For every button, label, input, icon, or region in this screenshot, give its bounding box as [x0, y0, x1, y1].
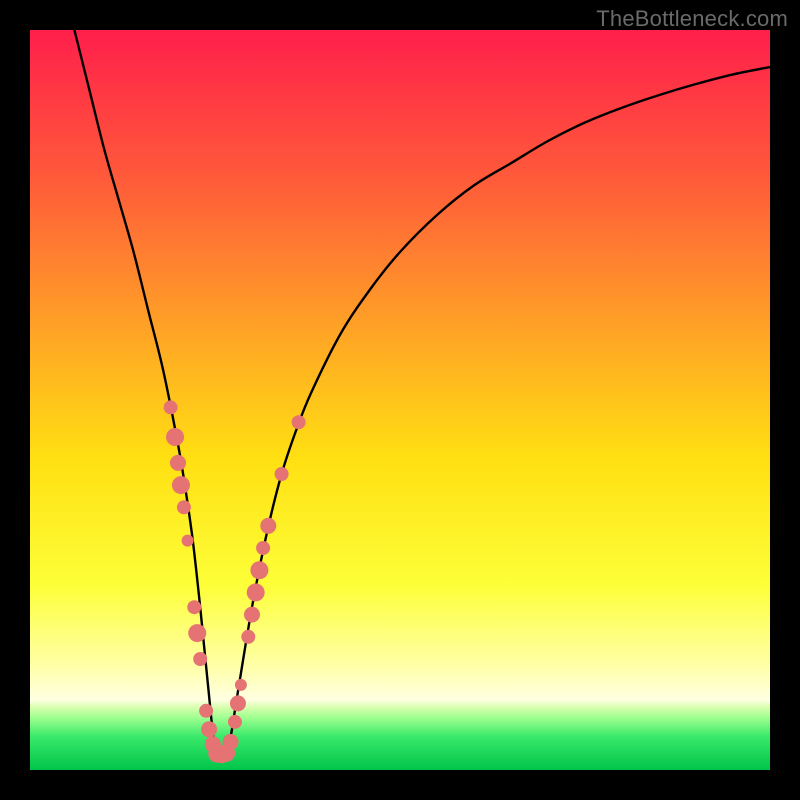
marker-dot: [235, 679, 247, 691]
marker-dot: [250, 561, 268, 579]
marker-dot: [228, 715, 242, 729]
marker-dot: [172, 476, 190, 494]
chart-svg: [30, 30, 770, 770]
marker-dot: [182, 535, 194, 547]
marker-dot: [177, 500, 191, 514]
marker-dot: [193, 652, 207, 666]
marker-dot: [170, 455, 186, 471]
marker-dot: [164, 400, 178, 414]
marker-dot: [247, 583, 265, 601]
marker-dot: [292, 415, 306, 429]
watermark-text: TheBottleneck.com: [596, 6, 788, 32]
plot-area: [30, 30, 770, 770]
gradient-background: [30, 30, 770, 770]
marker-dot: [256, 541, 270, 555]
marker-dot: [187, 600, 201, 614]
marker-dot: [244, 607, 260, 623]
chart-frame: TheBottleneck.com: [0, 0, 800, 800]
marker-dot: [230, 695, 246, 711]
marker-dot: [241, 630, 255, 644]
marker-dot: [260, 518, 276, 534]
marker-dot: [201, 721, 217, 737]
marker-dot: [223, 734, 239, 750]
marker-dot: [188, 624, 206, 642]
marker-dot: [199, 704, 213, 718]
marker-dot: [275, 467, 289, 481]
marker-dot: [166, 428, 184, 446]
